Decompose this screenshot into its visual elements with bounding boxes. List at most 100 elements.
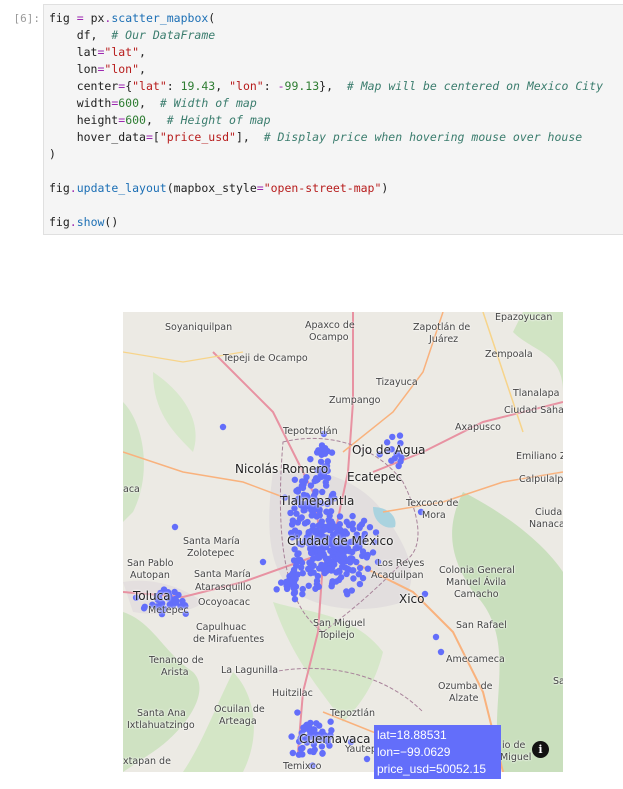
- scatter-point[interactable]: [318, 561, 325, 569]
- scatter-point[interactable]: [313, 513, 320, 520]
- code-token: df,: [49, 28, 112, 42]
- map-place-label: Zolotepec: [187, 548, 235, 559]
- scatter-point[interactable]: [291, 595, 299, 603]
- scatter-point[interactable]: [259, 558, 267, 566]
- code-token: show: [76, 215, 105, 229]
- scatter-point[interactable]: [294, 709, 301, 716]
- scatter-point[interactable]: [356, 580, 364, 588]
- scatter-point[interactable]: [366, 523, 374, 531]
- scatter-point[interactable]: [273, 586, 280, 593]
- code-token: "price_usd": [159, 130, 236, 144]
- scatter-point[interactable]: [305, 582, 312, 589]
- scatter-point[interactable]: [306, 559, 313, 566]
- scatter-point[interactable]: [396, 432, 404, 439]
- scatter-point[interactable]: [315, 722, 323, 729]
- scatter-point[interactable]: [437, 648, 445, 656]
- scatter-point[interactable]: [283, 585, 291, 593]
- scatter-point[interactable]: [288, 733, 295, 740]
- scatter-point[interactable]: [359, 574, 367, 582]
- scatter-point[interactable]: [328, 582, 335, 590]
- map-place-label: Capulhuac: [196, 622, 247, 633]
- code-token: =: [145, 130, 153, 144]
- scatter-point[interactable]: [313, 577, 321, 585]
- scatter-point[interactable]: [336, 513, 344, 520]
- scatter-point[interactable]: [349, 520, 356, 527]
- map-place-label: Alzate: [449, 693, 479, 704]
- scatter-point[interactable]: [296, 515, 304, 522]
- code-token: update_layout: [76, 181, 167, 195]
- scatter-point[interactable]: [290, 590, 298, 597]
- scatter-point[interactable]: [389, 433, 396, 441]
- scatter-point[interactable]: [301, 520, 309, 527]
- scatter-point[interactable]: [315, 583, 322, 590]
- scatter-point[interactable]: [289, 749, 297, 757]
- scatter-point[interactable]: [331, 561, 338, 568]
- scatter-point[interactable]: [298, 478, 306, 485]
- scatter-point[interactable]: [363, 554, 371, 561]
- code-editor[interactable]: fig = px. scatter_mapbox( df, # Our DataF…: [43, 4, 623, 235]
- scatter-point[interactable]: [299, 751, 306, 758]
- scatter-point[interactable]: [343, 588, 350, 595]
- scatter-point[interactable]: [395, 462, 402, 470]
- scatter-point[interactable]: [360, 517, 368, 524]
- scatter-point[interactable]: [307, 569, 314, 577]
- scatter-point[interactable]: [324, 555, 332, 563]
- map-place-label: xtapan de: [123, 756, 171, 767]
- scatter-point[interactable]: [349, 512, 356, 520]
- tooltip-lat: lat=18.88531: [377, 728, 447, 742]
- scatter-point[interactable]: [140, 605, 148, 612]
- scatter-point[interactable]: [314, 476, 321, 483]
- scatter-point[interactable]: [346, 557, 353, 564]
- code-token: 99.13: [284, 79, 320, 93]
- scatter-point[interactable]: [299, 585, 306, 593]
- scatter-point[interactable]: [171, 588, 178, 596]
- scatter-point[interactable]: [319, 750, 326, 757]
- scatter-point[interactable]: [337, 574, 345, 581]
- code-token: fig: [49, 215, 70, 229]
- scatter-point[interactable]: [318, 518, 326, 525]
- scatter-point[interactable]: [345, 566, 353, 573]
- code-token: fig: [49, 11, 70, 25]
- scatter-point[interactable]: [297, 745, 305, 753]
- code-token: ,: [139, 96, 160, 110]
- info-icon[interactable]: i: [532, 741, 549, 758]
- scatter-point[interactable]: [356, 564, 364, 572]
- scatter-point[interactable]: [171, 523, 179, 531]
- scatter-point[interactable]: [289, 570, 296, 577]
- scatter-point[interactable]: [327, 523, 334, 530]
- scatter-point[interactable]: [291, 527, 299, 534]
- code-token: ): [49, 147, 56, 161]
- scatter-point[interactable]: [219, 423, 227, 431]
- scatter-point[interactable]: [321, 444, 329, 452]
- code-text[interactable]: fig = px. scatter_mapbox( df, # Our DataF…: [49, 10, 603, 231]
- scatter-point[interactable]: [294, 551, 301, 558]
- scatter-point[interactable]: [325, 517, 332, 524]
- scatter-point[interactable]: [343, 518, 350, 526]
- scatter-point[interactable]: [307, 482, 315, 489]
- scatter-point[interactable]: [349, 526, 357, 533]
- scatter-point[interactable]: [348, 587, 356, 594]
- scatter-point[interactable]: [291, 476, 299, 483]
- map-place-label: Colonia General: [439, 565, 515, 576]
- scatter-point[interactable]: [369, 549, 377, 556]
- scatter-point[interactable]: [339, 563, 346, 570]
- code-token: "lat": [132, 79, 167, 93]
- scatter-point[interactable]: [363, 755, 371, 763]
- map-plot[interactable]: Soyaniquilpan Apaxco de Ocampo Zapotlán de J…: [123, 312, 563, 772]
- scatter-point[interactable]: [350, 575, 357, 582]
- scatter-point[interactable]: [327, 718, 334, 725]
- scatter-point[interactable]: [348, 548, 356, 556]
- scatter-point[interactable]: [285, 576, 293, 584]
- scatter-point[interactable]: [288, 521, 296, 528]
- scatter-point[interactable]: [314, 553, 321, 560]
- code-token: 600: [118, 96, 140, 110]
- scatter-point[interactable]: [326, 566, 333, 573]
- map-place-label: San Pablo: [127, 558, 174, 569]
- scatter-point[interactable]: [327, 508, 335, 515]
- map-place-label: Ozumba de: [438, 681, 493, 692]
- scatter-point[interactable]: [316, 507, 323, 515]
- scatter-point[interactable]: [321, 450, 329, 457]
- scatter-point[interactable]: [432, 633, 440, 641]
- code-token: lon: [49, 62, 98, 76]
- map-place-label: Xico: [399, 592, 425, 606]
